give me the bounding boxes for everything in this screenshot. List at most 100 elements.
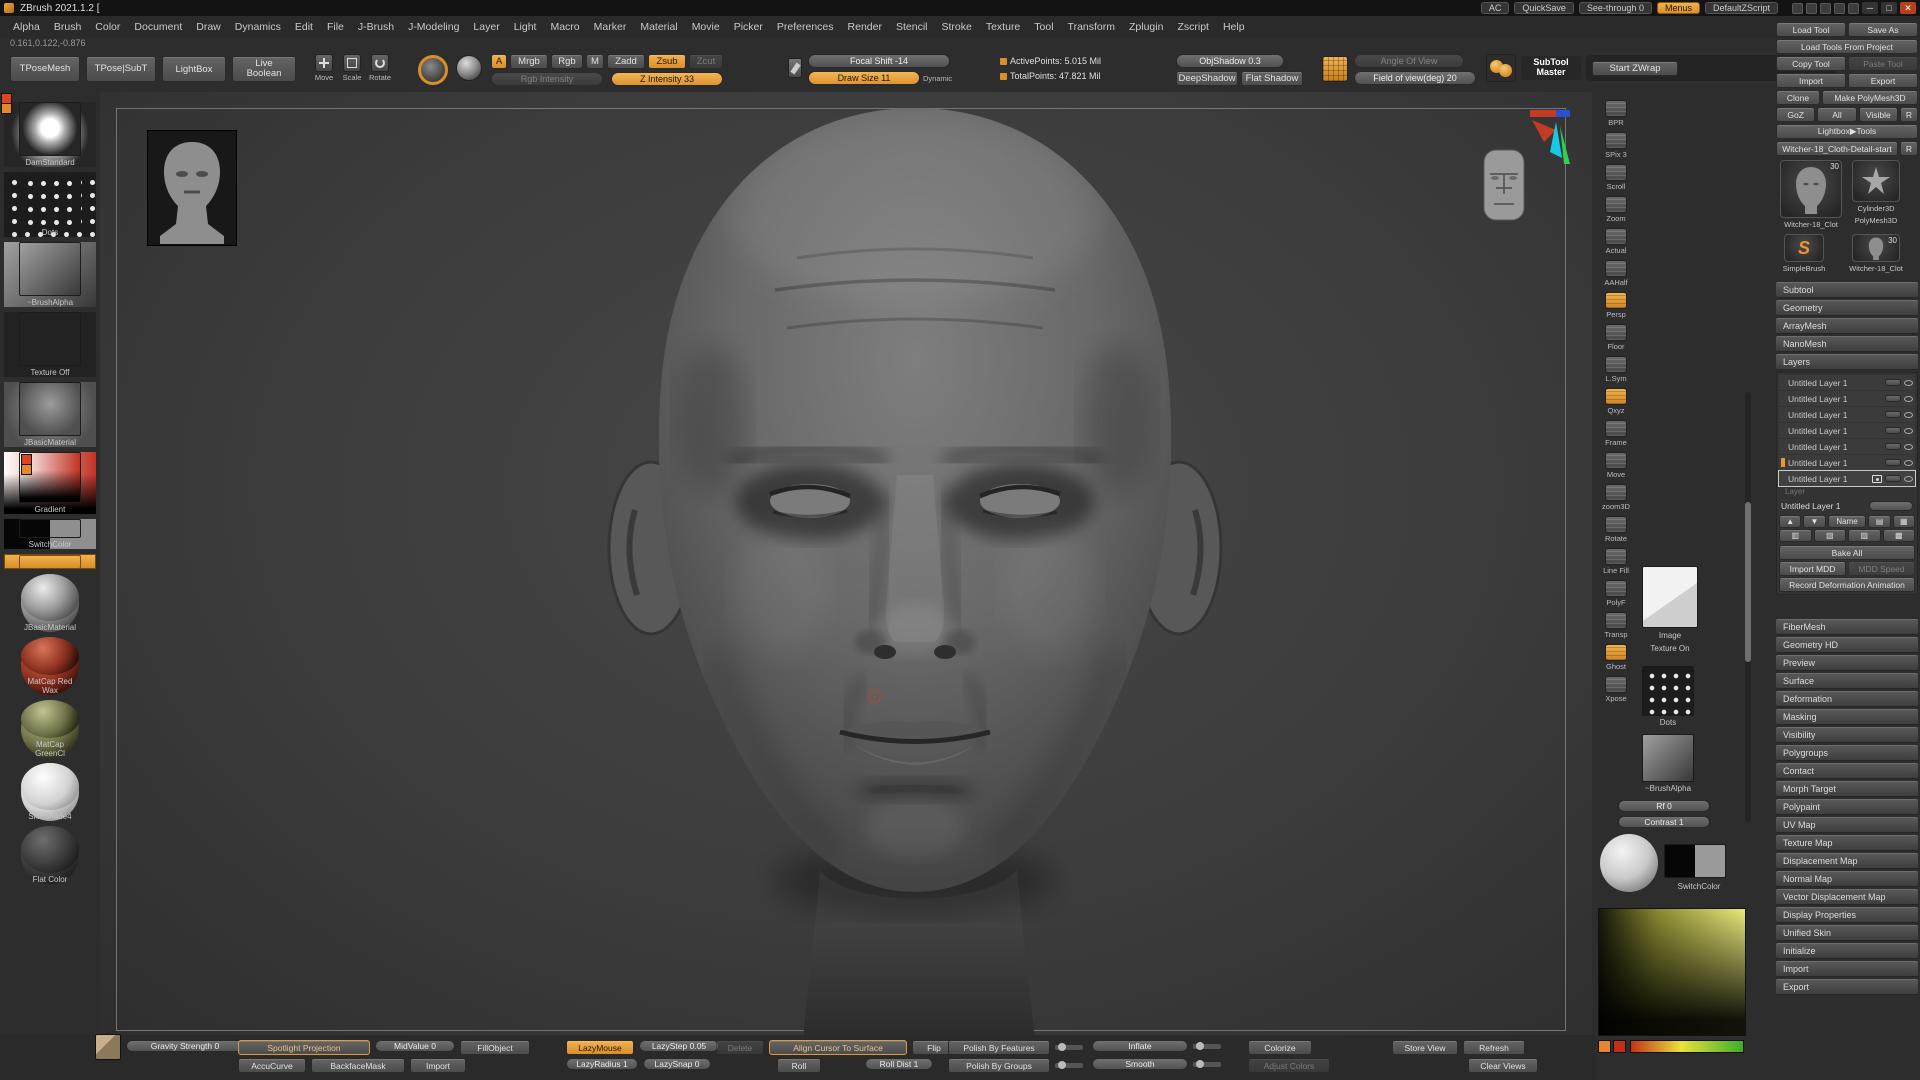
inflate-track[interactable] — [1193, 1044, 1221, 1049]
right-shelf-button[interactable]: Transp — [1604, 612, 1627, 639]
layer-intensity-slider[interactable] — [1885, 459, 1901, 466]
palette-section[interactable]: Preview — [1776, 655, 1918, 671]
palette-section[interactable]: Normal Map — [1776, 871, 1918, 887]
layer-delete-button[interactable]: ▩ — [1883, 529, 1916, 542]
zadd-button[interactable]: Zadd — [607, 54, 645, 69]
goz-r-button[interactable]: R — [1900, 107, 1918, 122]
layer-row[interactable]: Untitled Layer 1 — [1779, 391, 1915, 406]
rf-slider[interactable]: Rf 0 — [1618, 800, 1710, 812]
palette-section[interactable]: Masking — [1776, 709, 1918, 725]
layer-down-button[interactable]: ▼ — [1803, 515, 1825, 528]
menu-item[interactable]: Texture — [979, 16, 1027, 38]
palette-section-layers[interactable]: Layers — [1776, 354, 1918, 370]
layer-intensity-slider[interactable] — [1885, 379, 1901, 386]
color-swatches[interactable] — [1664, 844, 1726, 878]
dynamic-label[interactable]: Dynamic — [923, 74, 952, 83]
spotlight-reference-thumbnail[interactable] — [147, 130, 237, 246]
titlebar-icon[interactable] — [1806, 3, 1817, 14]
layer-row[interactable]: Untitled Layer 1 — [1779, 455, 1915, 470]
layer-visibility-icon[interactable] — [1904, 428, 1913, 434]
midvalue-slider[interactable]: MidValue 0 — [375, 1040, 455, 1052]
scrollbar-handle[interactable] — [1745, 502, 1751, 662]
layer-intensity-slider[interactable] — [1885, 475, 1901, 482]
swatch-red[interactable] — [1613, 1040, 1626, 1053]
menu-item[interactable]: File — [320, 16, 351, 38]
shelf-item[interactable]: ~BrushAlpha — [4, 242, 96, 307]
menu-item[interactable]: Zscript — [1170, 16, 1216, 38]
titlebar-button[interactable]: AC — [1481, 2, 1510, 14]
subtool-master-button[interactable]: SubTool Master — [1521, 56, 1581, 80]
shelf-thumbnail[interactable] — [19, 452, 81, 503]
accucurve-button[interactable]: AccuCurve — [238, 1058, 306, 1073]
palette-section[interactable]: ArrayMesh — [1776, 318, 1918, 334]
layer-visibility-icon[interactable] — [1904, 412, 1913, 418]
rotate-button[interactable]: Rotate — [368, 54, 392, 82]
material-sphere-thumbnail[interactable] — [1600, 834, 1658, 892]
right-shelf-button[interactable]: PolyF — [1605, 580, 1627, 607]
start-zwrap-button[interactable]: Start ZWrap — [1592, 61, 1678, 76]
goz-visible-button[interactable]: Visible — [1859, 107, 1898, 122]
right-shelf-button[interactable]: BPR — [1605, 100, 1627, 127]
adjust-colors-button[interactable]: Adjust Colors — [1248, 1058, 1330, 1073]
mrgb-button[interactable]: Mrgb — [510, 54, 548, 69]
right-shelf-button[interactable]: Rotate — [1605, 516, 1627, 543]
titlebar-icon[interactable] — [1792, 3, 1803, 14]
shelf-item[interactable]: SkinShade4 — [21, 763, 79, 821]
lightbox-tools-button[interactable]: Lightbox▶Tools — [1776, 124, 1918, 139]
palette-section[interactable]: Subtool — [1776, 282, 1918, 298]
objshadow-slider[interactable]: ObjShadow 0.3 — [1176, 54, 1284, 68]
shelf-thumbnail[interactable] — [21, 700, 79, 738]
goz-button[interactable]: GoZ — [1776, 107, 1815, 122]
current-tool-name[interactable]: Witcher-18_Cloth-Detail-start — [1776, 141, 1898, 156]
align-cursor-button[interactable]: Align Cursor To Surface — [769, 1040, 907, 1055]
menu-item[interactable]: Help — [1216, 16, 1252, 38]
texture-image-thumbnail[interactable] — [1642, 566, 1698, 628]
palette-section[interactable]: Vector Displacement Map — [1776, 889, 1918, 905]
titlebar-button[interactable]: DefaultZScript — [1705, 2, 1778, 14]
angle-of-view-slider[interactable]: Angle Of View — [1354, 54, 1464, 68]
right-shelf-button[interactable]: L.Sym — [1605, 356, 1627, 383]
titlebar-icon[interactable] — [1834, 3, 1845, 14]
shelf-thumbnail[interactable] — [21, 637, 79, 675]
colorize-button[interactable]: Colorize — [1248, 1040, 1312, 1055]
draw-size-slider[interactable]: Draw Size 11 — [808, 71, 920, 85]
field-of-view-slider[interactable]: Field of view(deg) 20 — [1354, 71, 1476, 85]
right-shelf-button[interactable]: Frame — [1605, 420, 1627, 447]
layer-visibility-icon[interactable] — [1904, 476, 1913, 482]
color-picker-gradient[interactable] — [1598, 908, 1746, 1036]
layer-row[interactable]: Untitled Layer 1 — [1779, 423, 1915, 438]
shelf-thumbnail[interactable] — [19, 382, 81, 436]
right-shelf-button[interactable]: Zoom — [1605, 196, 1627, 223]
layer-row[interactable]: Untitled Layer 1 — [1779, 375, 1915, 390]
zcut-button[interactable]: Zcut — [689, 54, 723, 69]
titlebar-icon[interactable] — [1820, 3, 1831, 14]
lazysnap-slider[interactable]: LazySnap 0 — [643, 1058, 711, 1070]
menu-item[interactable]: Layer — [466, 16, 506, 38]
shelf-item[interactable]: Alternate — [4, 554, 96, 569]
palette-section[interactable]: Displacement Map — [1776, 853, 1918, 869]
current-brush-icon[interactable] — [418, 55, 448, 85]
palette-section[interactable]: Surface — [1776, 673, 1918, 689]
inflate-slider[interactable]: Inflate — [1092, 1040, 1188, 1052]
cylinder3d-thumbnail[interactable] — [1852, 160, 1900, 202]
palette-section[interactable]: Texture Map — [1776, 835, 1918, 851]
active-layer-name[interactable]: Untitled Layer 1 — [1781, 501, 1865, 511]
shelf-item[interactable]: Texture Off — [4, 312, 96, 377]
gravity-strength-slider[interactable]: Gravity Strength 0 — [126, 1040, 244, 1052]
palette-section[interactable]: Geometry HD — [1776, 637, 1918, 653]
right-shelf-button[interactable]: Scroll — [1605, 164, 1627, 191]
gravity-image-thumbnail[interactable] — [95, 1034, 121, 1060]
menu-item[interactable]: Brush — [47, 16, 88, 38]
refresh-button[interactable]: Refresh — [1463, 1040, 1525, 1055]
witcher-tool-thumbnail[interactable]: 30 — [1852, 234, 1900, 262]
menu-item[interactable]: Zplugin — [1122, 16, 1170, 38]
layer-merge-button[interactable]: ▧ — [1814, 529, 1847, 542]
shelf-thumbnail[interactable] — [19, 242, 81, 296]
layer-visibility-icon[interactable] — [1904, 396, 1913, 402]
right-shelf-button[interactable]: zoom3D — [1602, 484, 1630, 511]
polish-groups-track[interactable] — [1055, 1063, 1083, 1068]
palette-section[interactable]: Export — [1776, 979, 1918, 995]
smooth-slider[interactable]: Smooth — [1092, 1058, 1188, 1070]
clear-views-button[interactable]: Clear Views — [1468, 1058, 1538, 1073]
subtool-master-icon[interactable] — [1486, 54, 1516, 82]
